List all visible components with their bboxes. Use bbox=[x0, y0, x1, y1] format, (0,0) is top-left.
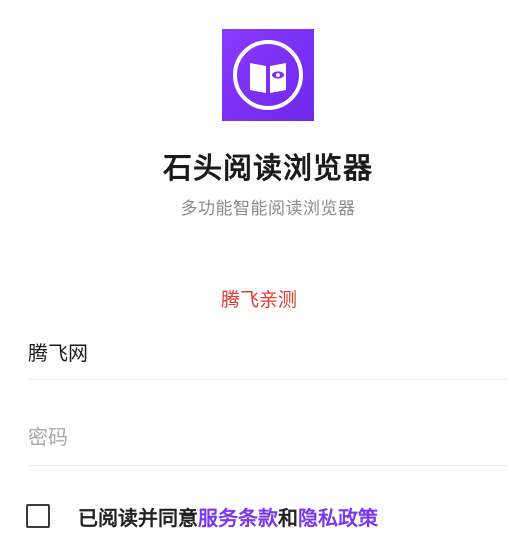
agreement-text: 已阅读并同意服务条款和隐私政策 bbox=[78, 502, 378, 531]
privacy-link[interactable]: 隐私政策 bbox=[298, 506, 378, 530]
agreement-prefix: 已阅读并同意 bbox=[78, 505, 198, 530]
open-book-eye-icon bbox=[233, 40, 303, 110]
password-input[interactable] bbox=[28, 409, 508, 465]
notice-text: 腾飞亲测 bbox=[220, 289, 297, 311]
password-field bbox=[28, 409, 508, 466]
username-input[interactable] bbox=[28, 323, 508, 379]
username-field bbox=[28, 323, 508, 380]
agreement-checkbox[interactable] bbox=[26, 504, 50, 528]
agreement-joiner: 和 bbox=[278, 505, 298, 530]
terms-link[interactable]: 服务条款 bbox=[198, 506, 278, 530]
app-subtitle: 多功能智能阅读浏览器 bbox=[180, 199, 356, 219]
app-title: 石头阅读浏览器 bbox=[162, 151, 373, 185]
app-logo bbox=[222, 29, 314, 121]
agreement-row: 已阅读并同意服务条款和隐私政策 bbox=[26, 500, 378, 532]
